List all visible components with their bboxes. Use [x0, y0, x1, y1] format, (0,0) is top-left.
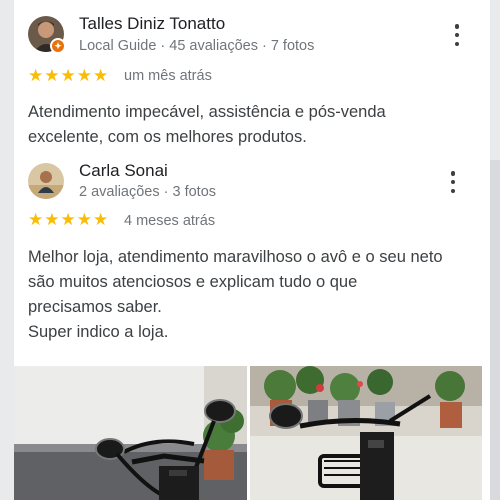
rating-stars: ★ ★ ★ ★ ★ — [28, 68, 108, 85]
star-icon: ★ — [76, 210, 92, 230]
more-vert-icon[interactable] — [450, 24, 464, 46]
more-vert-icon[interactable] — [446, 171, 460, 193]
star-icon: ★ — [76, 66, 92, 86]
review-text: Atendimento impecável, assistência e pós… — [28, 100, 386, 150]
star-icon: ★ — [60, 66, 76, 86]
reviewer-name[interactable]: Carla Sonai — [79, 161, 168, 181]
star-icon: ★ — [44, 66, 60, 86]
review-date: 4 meses atrás — [124, 213, 216, 229]
review-text-line: precisamos saber. — [28, 298, 162, 316]
review-card: Carla Sonai 2 avaliações · 3 fotos ★ ★ ★… — [14, 150, 490, 500]
review-photo[interactable] — [250, 366, 482, 500]
star-icon: ★ — [60, 210, 76, 230]
review-text-line: excelente, com os melhores produtos. — [28, 128, 307, 146]
reviewer-meta: Local Guide · 45 avaliações · 7 fotos — [79, 38, 315, 54]
reviewer-meta: 2 avaliações · 3 fotos — [79, 184, 217, 200]
review-text-line: Atendimento impecável, assistência e pós… — [28, 103, 386, 121]
reviewer-avatar[interactable] — [28, 163, 64, 199]
rating-stars: ★ ★ ★ ★ ★ — [28, 212, 108, 229]
star-icon: ★ — [28, 66, 44, 86]
star-icon: ★ — [93, 66, 109, 86]
review-text-line: Melhor loja, atendimento maravilhoso o a… — [28, 248, 443, 266]
reviewer-name[interactable]: Talles Diniz Tonatto — [79, 14, 225, 34]
review-text-line: são muitos atenciosos e explicam tudo o … — [28, 273, 358, 291]
review-card: ✦ Talles Diniz Tonatto Local Guide · 45 … — [14, 0, 490, 160]
scroll-gutter — [490, 160, 500, 500]
local-guide-badge-icon: ✦ — [50, 38, 66, 54]
review-date: um mês atrás — [124, 68, 212, 84]
star-icon: ★ — [93, 210, 109, 230]
star-icon: ★ — [28, 210, 44, 230]
review-photo[interactable] — [14, 366, 247, 500]
star-icon: ★ — [44, 210, 60, 230]
review-text: Melhor loja, atendimento maravilhoso o a… — [28, 245, 443, 345]
reviews-panel: ✦ Talles Diniz Tonatto Local Guide · 45 … — [14, 0, 490, 500]
review-text-line: Super indico a loja. — [28, 323, 169, 341]
